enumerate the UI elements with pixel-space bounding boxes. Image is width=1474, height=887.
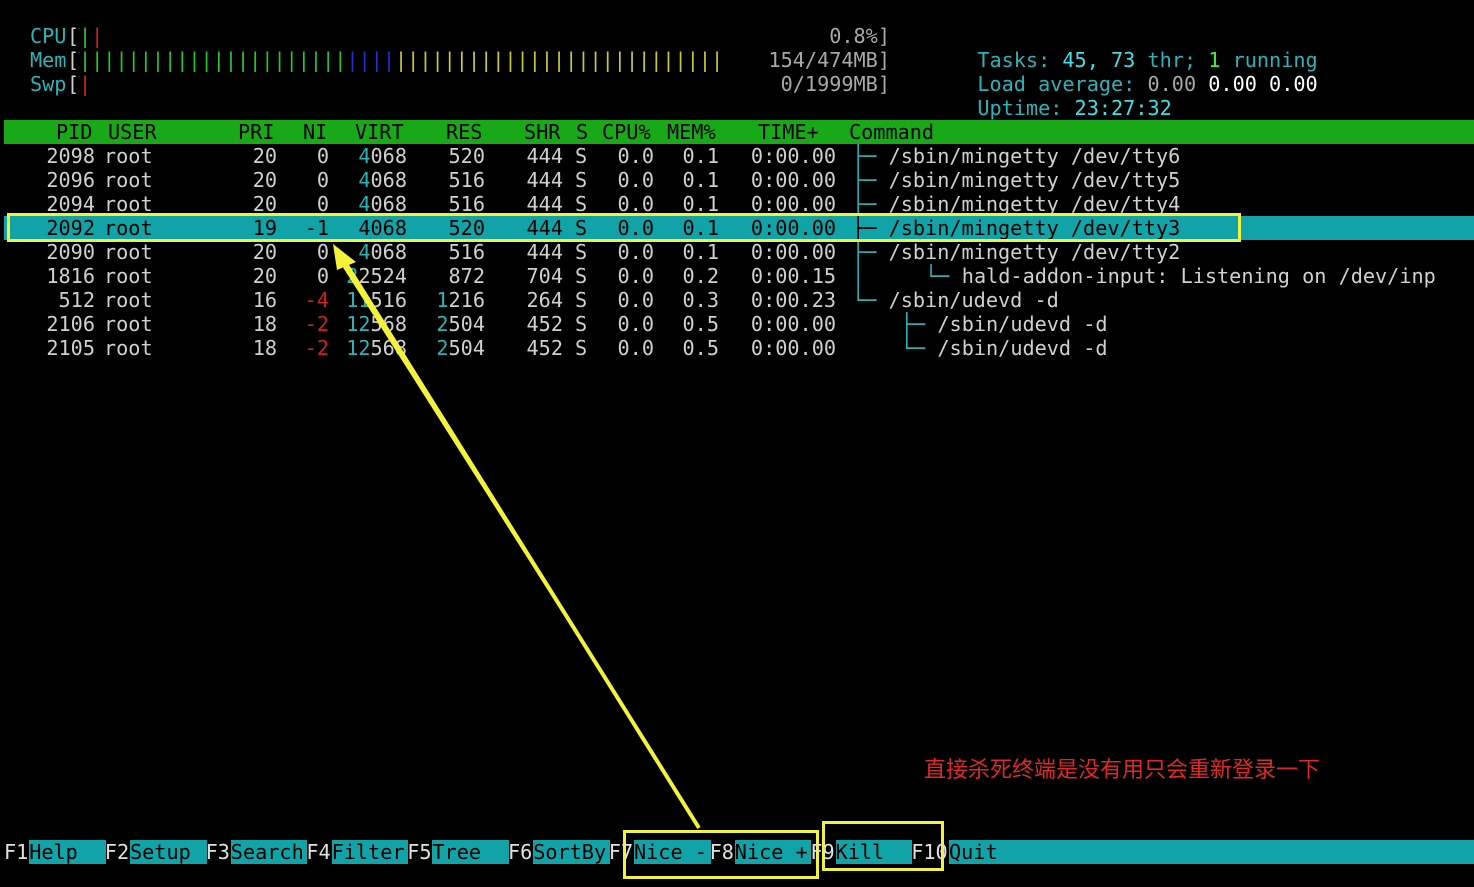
fkey-f6[interactable]: F6 [508,840,532,864]
fkey-f1[interactable]: F1 [4,840,28,864]
fkey-f9[interactable]: F9 [810,840,834,864]
fkey-label-help[interactable]: Help [29,840,106,864]
fkey-label-search[interactable]: Search [230,840,308,864]
function-key-bar: F1 Help F2 Setup F3 Search F4 Filter F5 Tree F6… [0,840,1474,864]
fkey-f3[interactable]: F3 [206,840,230,864]
fkey-label-sortby[interactable]: SortBy [533,840,610,864]
fkey-f10[interactable]: F10 [911,840,947,864]
fkey-f7[interactable]: F7 [609,840,633,864]
fkey-label-setup[interactable]: Setup [130,840,207,864]
fkey-label-nice[interactable]: Nice - [634,840,711,864]
fkey-f4[interactable]: F4 [306,840,330,864]
fkey-label-tree[interactable]: Tree [432,840,509,864]
annotation-text: 直接杀死终端是没有用只会重新登录一下 [924,758,1321,783]
fkey-label-kill[interactable]: Kill [835,840,913,864]
fkey-label-nice[interactable]: Nice + [734,840,812,864]
fkey-label-quit[interactable]: Quit [949,840,1026,864]
function-key-bar-fill [1024,840,1474,864]
fkey-f2[interactable]: F2 [105,840,129,864]
fkey-label-filter[interactable]: Filter [331,840,409,864]
fkey-f5[interactable]: F5 [407,840,431,864]
fkey-f8[interactable]: F8 [710,840,734,864]
